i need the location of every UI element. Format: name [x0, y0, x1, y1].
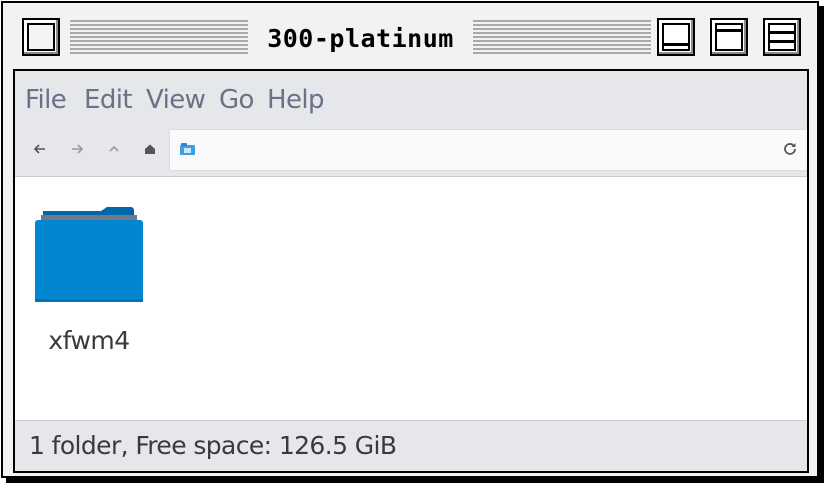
title-stripes-left: [70, 20, 248, 56]
window-title: 300-platinum: [267, 24, 454, 53]
close-box-icon: [27, 23, 55, 51]
maximize-bar: [715, 29, 743, 32]
title-stripes-right: [473, 20, 651, 56]
shade-bar-1: [768, 31, 796, 34]
file-name: xfwm4: [48, 326, 130, 355]
menu-edit[interactable]: Edit: [84, 85, 133, 115]
status-text: 1 folder, Free space: 126.5 GiB: [29, 431, 397, 460]
location-toolbar: [15, 125, 807, 177]
file-manager-window: 300-platinum File Edit View Go Help xfwm…: [1, 1, 819, 478]
minimize-bar: [662, 43, 690, 46]
file-view[interactable]: xfwm4: [15, 177, 807, 420]
status-bar: 1 folder, Free space: 126.5 GiB: [15, 420, 807, 471]
menu-file[interactable]: File: [25, 85, 67, 115]
minimize-icon: [662, 23, 690, 51]
menu-go[interactable]: Go: [219, 85, 254, 115]
menu-view[interactable]: View: [146, 85, 206, 115]
minimize-button[interactable]: [657, 18, 695, 56]
folder-icon: [35, 207, 143, 302]
shade-button[interactable]: [763, 18, 801, 56]
title-bar[interactable]: 300-platinum: [3, 3, 817, 69]
menu-help[interactable]: Help: [267, 85, 324, 115]
up-arrow-icon[interactable]: [104, 139, 124, 159]
maximize-icon: [715, 23, 743, 51]
back-arrow-icon[interactable]: [30, 139, 50, 159]
shade-bar-2: [768, 40, 796, 43]
home-icon[interactable]: [140, 139, 160, 159]
location-bar[interactable]: [169, 129, 807, 171]
shade-icon: [768, 23, 796, 51]
path-folder-icon: [180, 143, 195, 155]
menu-bar: File Edit View Go Help: [15, 71, 807, 125]
content-frame: File Edit View Go Help xfwm4 1 folder, F…: [13, 69, 809, 473]
file-item-xfwm4[interactable]: xfwm4: [29, 205, 149, 355]
forward-arrow-icon[interactable]: [67, 139, 87, 159]
maximize-button[interactable]: [710, 18, 748, 56]
close-button[interactable]: [22, 18, 60, 56]
reload-icon[interactable]: [780, 140, 800, 160]
